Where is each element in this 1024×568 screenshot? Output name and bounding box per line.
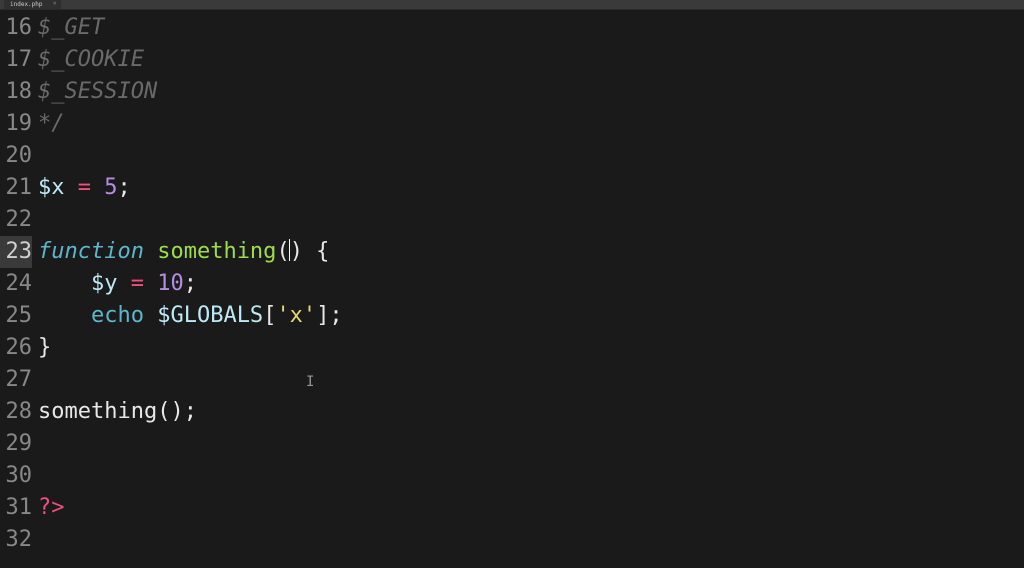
code-line[interactable]: $_SESSION [38,76,1024,108]
code-token: function [38,239,144,264]
line-number: 26 [0,332,32,364]
line-number: 20 [0,140,32,172]
close-icon[interactable]: × [53,0,57,7]
tab-filename: index.php [10,1,43,8]
code-token [144,271,157,296]
line-number: 18 [0,76,32,108]
code-line[interactable]: function something() { [38,236,1024,268]
code-token: ( [276,239,289,264]
code-token: 5 [104,175,117,200]
code-token: [ [263,303,276,328]
code-token: $_SESSION [38,79,157,104]
code-token [144,239,157,264]
code-token: */ [38,111,65,136]
line-number: 28 [0,396,32,428]
code-token: echo [91,303,144,328]
code-token [38,303,91,328]
code-token [144,303,157,328]
line-number: 17 [0,44,32,76]
tab-bar: index.php × [0,0,1024,10]
line-number-gutter: 1617181920212223242526272829303132 [0,12,38,568]
code-line[interactable]: $x = 5; [38,172,1024,204]
code-line[interactable]: echo $GLOBALS['x']; [38,300,1024,332]
code-token: something [157,239,276,264]
code-token: something(); [38,399,197,424]
code-token: $GLOBALS [157,303,263,328]
ibeam-cursor-icon: I [306,366,307,380]
code-token [65,175,78,200]
code-token: = [78,175,91,200]
line-number: 21 [0,172,32,204]
code-token: $y [91,271,118,296]
code-line[interactable] [38,524,1024,556]
line-number: 23 [0,236,32,268]
code-line[interactable]: ?> [38,492,1024,524]
code-token [91,175,104,200]
line-number: 19 [0,108,32,140]
code-line[interactable]: */ [38,108,1024,140]
code-line[interactable]: } [38,332,1024,364]
code-token [117,271,130,296]
code-line[interactable] [38,428,1024,460]
line-number: 30 [0,460,32,492]
code-token: } [38,335,51,360]
code-token [38,271,91,296]
line-number: 32 [0,524,32,556]
code-content[interactable]: $_GET $_COOKIE $_SESSION */ $x = 5; function … [38,12,1024,568]
line-number: 22 [0,204,32,236]
code-token: 'x' [276,303,316,328]
code-token: ; [184,271,197,296]
code-line[interactable]: $y = 10; [38,268,1024,300]
code-line[interactable]: $_COOKIE [38,44,1024,76]
code-line[interactable]: $_GET [38,12,1024,44]
code-token: $x [38,175,65,200]
tab-indexphp[interactable]: index.php × [4,0,61,9]
line-number: 16 [0,12,32,44]
code-token: $_COOKIE [38,47,144,72]
code-token: ; [118,175,131,200]
editor-area[interactable]: 1617181920212223242526272829303132 $_GET… [0,10,1024,568]
code-line[interactable]: something(); [38,396,1024,428]
code-token: ]; [316,303,343,328]
code-line[interactable] [38,140,1024,172]
code-line[interactable] [38,204,1024,236]
code-token: = [131,271,144,296]
code-line[interactable] [38,460,1024,492]
code-token: ?> [38,495,65,520]
line-number: 25 [0,300,32,332]
code-token: ) { [290,239,330,264]
editor-window: index.php × 1617181920212223242526272829… [0,0,1024,568]
line-number: 27 [0,364,32,396]
line-number: 31 [0,492,32,524]
code-token: 10 [157,271,184,296]
code-token: $_GET [38,15,104,40]
code-line[interactable]: I [38,364,1024,396]
line-number: 24 [0,268,32,300]
line-number: 29 [0,428,32,460]
